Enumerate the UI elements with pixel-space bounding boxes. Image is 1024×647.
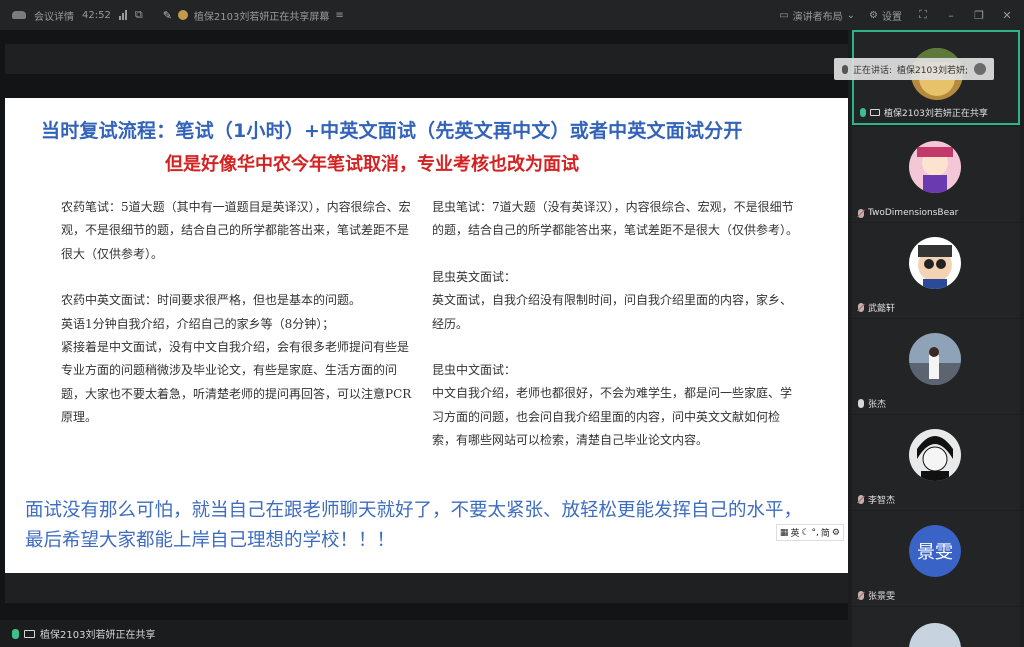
settings-label: 设置: [882, 11, 902, 23]
ime-logo-icon: ▦: [779, 527, 789, 538]
avatar: 景雯: [909, 525, 961, 577]
sharing-status-text: 植保2103刘若妍正在共享: [40, 630, 156, 641]
avatar: [909, 429, 961, 481]
sharer-avatar: [177, 10, 188, 20]
participant-name: TwoDimensionsBear: [868, 208, 959, 218]
mic-icon: [842, 64, 848, 74]
pesticide-chinese-interview: 紧接着是中文面试，没有中文自我介绍，会有很多老师提问有些是专业方面的问题稍微涉及…: [61, 340, 412, 425]
minimize-button[interactable]: –: [944, 9, 958, 22]
meeting-logo-icon: [12, 11, 26, 19]
avatar: [909, 333, 961, 385]
ime-toolbar[interactable]: ▦ 英 ☾ °, 简 ⚙: [775, 524, 844, 541]
speaking-label: 正在讲话:: [853, 65, 893, 76]
insect-chinese-content: 中文自我介绍，老师也都很好，不会为难学生，都是问一些家庭、学习方面的问题，也会问…: [432, 386, 793, 448]
mic-muted-icon: [858, 208, 864, 218]
meeting-duration: 42:52: [82, 9, 111, 21]
encouragement-text: 面试没有那么可怕，就当自己在跟老师聊天就好了，不要太紧张、放轻松更能发挥自己的水…: [25, 500, 803, 551]
participant-name: 武懿轩: [868, 304, 896, 314]
fullscreen-icon[interactable]: ⛶: [916, 8, 930, 22]
screen-share-icon: [870, 109, 880, 116]
ime-mode[interactable]: 简: [821, 526, 830, 539]
screen-share-icon: [24, 629, 35, 638]
ime-settings-icon[interactable]: ⚙: [832, 528, 840, 538]
sharing-status: 植保2103刘若妍正在共享: [0, 620, 848, 647]
share-notice: 植保2103刘若妍正在共享屏幕: [193, 11, 330, 23]
gear-icon: ⚙: [869, 9, 878, 21]
participant-name: 张景雯: [868, 592, 896, 602]
pesticide-interview-heading: 农药中英文面试：时间要求很严格，但也是基本的问题。: [61, 293, 362, 308]
participant-tile[interactable]: 张杰: [852, 319, 1020, 414]
view-mode-label: 演讲者布局: [792, 11, 843, 23]
slide-subtitle: 但是好像华中农今年笔试取消，专业考核也改为面试: [165, 154, 579, 175]
participant-tile[interactable]: 李智杰: [852, 415, 1020, 510]
speaker-mini-avatar: [973, 63, 986, 75]
avatar-initials: 景雯: [909, 525, 961, 577]
presentation-slide: 当时复试流程：笔试（1小时）+中英文面试（先英文再中文）或者中英文面试分开 但是…: [5, 98, 848, 573]
top-bar: 会议详情 42:52 ⧉ ✎ 植保2103刘若妍正在共享屏幕 ≡ ▭ 演讲者布局…: [0, 0, 1024, 30]
chevron-down-icon: ⌄: [846, 9, 856, 21]
restore-button[interactable]: ❐: [972, 9, 986, 22]
participant-tile[interactable]: [852, 607, 1020, 647]
layout-icon: ▭: [779, 9, 789, 21]
shared-screen: 当时复试流程：笔试（1小时）+中英文面试（先英文再中文）或者中英文面试分开 但是…: [0, 30, 848, 620]
pesticide-english-intro: 英语1分钟自我介绍，介绍自己的家乡等（8分钟）；: [61, 316, 335, 331]
participant-sidebar[interactable]: 植保2103刘若妍正在共享 TwoDimensionsBear 武懿轩 张杰 李…: [850, 30, 1024, 647]
mic-icon: [858, 399, 864, 408]
popout-icon[interactable]: ⧉: [135, 8, 143, 22]
insect-english-heading: 昆虫英文面试：: [432, 269, 517, 284]
insect-chinese-heading: 昆虫中文面试：: [432, 363, 517, 378]
screen-bar-bottom: [5, 573, 848, 603]
mic-icon: [860, 108, 866, 117]
screen-bar-top: [5, 44, 848, 74]
speaking-indicator: 正在讲话: 植保2103刘若妍;: [834, 58, 994, 80]
participant-tile[interactable]: 景雯 张景雯: [852, 511, 1020, 606]
ime-language[interactable]: 英: [790, 526, 799, 539]
participant-name: 李智杰: [868, 496, 896, 506]
avatar: [909, 237, 961, 289]
participant-tile[interactable]: 武懿轩: [852, 223, 1020, 318]
mic-muted-icon: [858, 495, 864, 504]
speaking-name: 植保2103刘若妍;: [897, 65, 968, 76]
menu-icon[interactable]: ≡: [335, 10, 343, 21]
annotate-icon[interactable]: ✎: [163, 9, 172, 22]
participant-name: 植保2103刘若妍正在共享: [884, 109, 988, 119]
slide-title: 当时复试流程：笔试（1小时）+中英文面试（先英文再中文）或者中英文面试分开: [41, 120, 743, 142]
left-column: 农药笔试：5道大题（其中有一道题目是英译汉），内容很综合、宏观，不是很细节的题，…: [61, 196, 417, 430]
participant-tile[interactable]: TwoDimensionsBear: [852, 127, 1020, 222]
view-mode-button[interactable]: ▭ 演讲者布局 ⌄: [779, 8, 855, 23]
pesticide-written-exam: 农药笔试：5道大题（其中有一道题目是英译汉），内容很综合、宏观，不是很细节的题，…: [61, 200, 411, 261]
ime-moon-icon[interactable]: ☾: [801, 528, 809, 538]
signal-icon[interactable]: [118, 10, 127, 20]
insect-english-content: 英文面试，自我介绍没有限制时间，问自我介绍里面的内容，家乡、经历。: [432, 293, 793, 331]
ime-punct-icon[interactable]: °,: [812, 528, 819, 538]
mic-muted-icon: [858, 303, 864, 312]
participant-name: 张杰: [868, 400, 887, 410]
avatar: [909, 141, 961, 193]
close-button[interactable]: ✕: [1000, 9, 1014, 22]
insect-written-exam: 昆虫笔试：7道大题（没有英译汉），内容很综合、宏观，不是很细节的题，结合自己的所…: [432, 200, 799, 238]
meeting-details-button[interactable]: 会议详情: [34, 8, 74, 23]
avatar: [909, 623, 961, 647]
settings-button[interactable]: ⚙ 设置: [869, 8, 902, 23]
mic-muted-icon: [858, 591, 864, 600]
right-column: 昆虫笔试：7道大题（没有英译汉），内容很综合、宏观，不是很细节的题，结合自己的所…: [432, 196, 800, 453]
mic-active-icon: [12, 628, 19, 639]
